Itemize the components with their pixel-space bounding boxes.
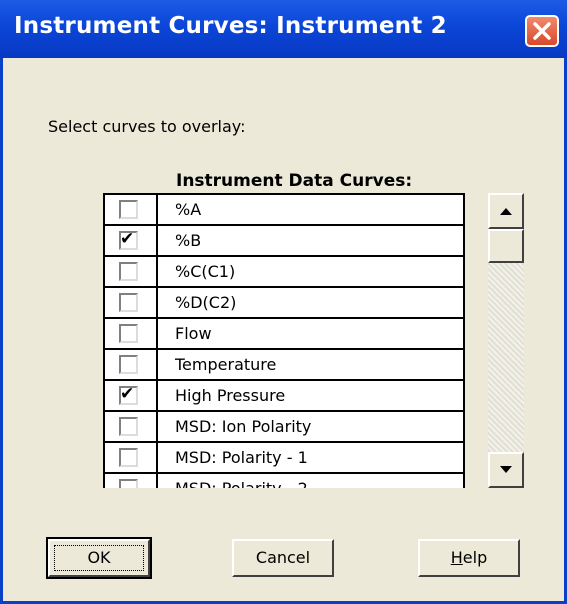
- list-item[interactable]: ✔ High Pressure: [103, 379, 465, 412]
- list-item[interactable]: MSD: Polarity - 2: [103, 472, 465, 488]
- curve-checkbox[interactable]: [119, 324, 138, 343]
- curve-checkbox[interactable]: [119, 448, 138, 467]
- list-item[interactable]: MSD: Ion Polarity: [103, 410, 465, 443]
- checkmark-icon: ✔: [120, 229, 135, 249]
- checkmark-icon: ✔: [120, 384, 135, 404]
- list-item[interactable]: Temperature: [103, 348, 465, 381]
- down-arrow-icon: [500, 466, 512, 473]
- checkbox-cell: [105, 195, 158, 224]
- curve-checkbox[interactable]: [119, 262, 138, 281]
- list-item[interactable]: ✔ %B: [103, 224, 465, 257]
- vertical-scrollbar[interactable]: [488, 193, 524, 488]
- curve-list: %A ✔ %B %C(C1) %D(C2) Flow Temperature ✔ High Pr…: [103, 193, 465, 488]
- list-item[interactable]: Flow: [103, 317, 465, 350]
- checkbox-cell: [105, 288, 158, 317]
- help-label: elp: [462, 548, 488, 567]
- close-button[interactable]: [525, 15, 559, 47]
- prompt-text: Select curves to overlay:: [48, 117, 246, 136]
- curve-checkbox[interactable]: ✔: [119, 384, 138, 405]
- cancel-label: Cancel: [255, 548, 311, 567]
- curve-checkbox[interactable]: [119, 200, 138, 219]
- checkbox-cell: [105, 319, 158, 348]
- curve-label: %B: [175, 231, 202, 250]
- scrollbar-thumb[interactable]: [488, 229, 524, 263]
- checkbox-cell: [105, 412, 158, 441]
- curve-label: High Pressure: [175, 386, 286, 405]
- checkbox-cell: ✔: [105, 381, 158, 410]
- curve-label: %D(C2): [175, 293, 237, 312]
- curve-label: MSD: Polarity - 2: [175, 479, 308, 488]
- list-item[interactable]: %C(C1): [103, 255, 465, 288]
- checkbox-cell: [105, 350, 158, 379]
- checkbox-cell: ✔: [105, 226, 158, 255]
- curve-label: %A: [175, 200, 202, 219]
- help-mnemonic: H: [450, 548, 463, 567]
- window-title: Instrument Curves: Instrument 2: [14, 13, 447, 39]
- checkbox-cell: [105, 443, 158, 472]
- curve-checkbox[interactable]: [119, 293, 138, 312]
- scroll-down-button[interactable]: [488, 452, 524, 488]
- cancel-button[interactable]: Cancel: [232, 539, 334, 577]
- curve-checkbox[interactable]: [119, 417, 138, 436]
- curve-checkbox[interactable]: [119, 479, 138, 488]
- curve-label: %C(C1): [175, 262, 236, 281]
- curve-checkbox[interactable]: [119, 355, 138, 374]
- list-item[interactable]: %A: [103, 193, 465, 226]
- help-button[interactable]: Help: [418, 539, 520, 577]
- list-item[interactable]: MSD: Polarity - 1: [103, 441, 465, 474]
- list-item[interactable]: %D(C2): [103, 286, 465, 319]
- curve-label: Temperature: [175, 355, 277, 374]
- up-arrow-icon: [500, 208, 512, 215]
- focus-rect: [54, 545, 144, 571]
- curve-label: Flow: [175, 324, 212, 343]
- close-icon: [533, 22, 551, 40]
- scroll-up-button[interactable]: [488, 193, 524, 229]
- ok-button[interactable]: OK: [46, 537, 152, 579]
- curve-label: MSD: Ion Polarity: [175, 417, 312, 436]
- title-bar[interactable]: Instrument Curves: Instrument 2: [0, 0, 567, 58]
- checkbox-cell: [105, 257, 158, 286]
- curve-checkbox[interactable]: ✔: [119, 229, 138, 250]
- curve-label: MSD: Polarity - 1: [175, 448, 308, 467]
- list-header: Instrument Data Curves:: [176, 171, 413, 191]
- checkbox-cell: [105, 474, 158, 488]
